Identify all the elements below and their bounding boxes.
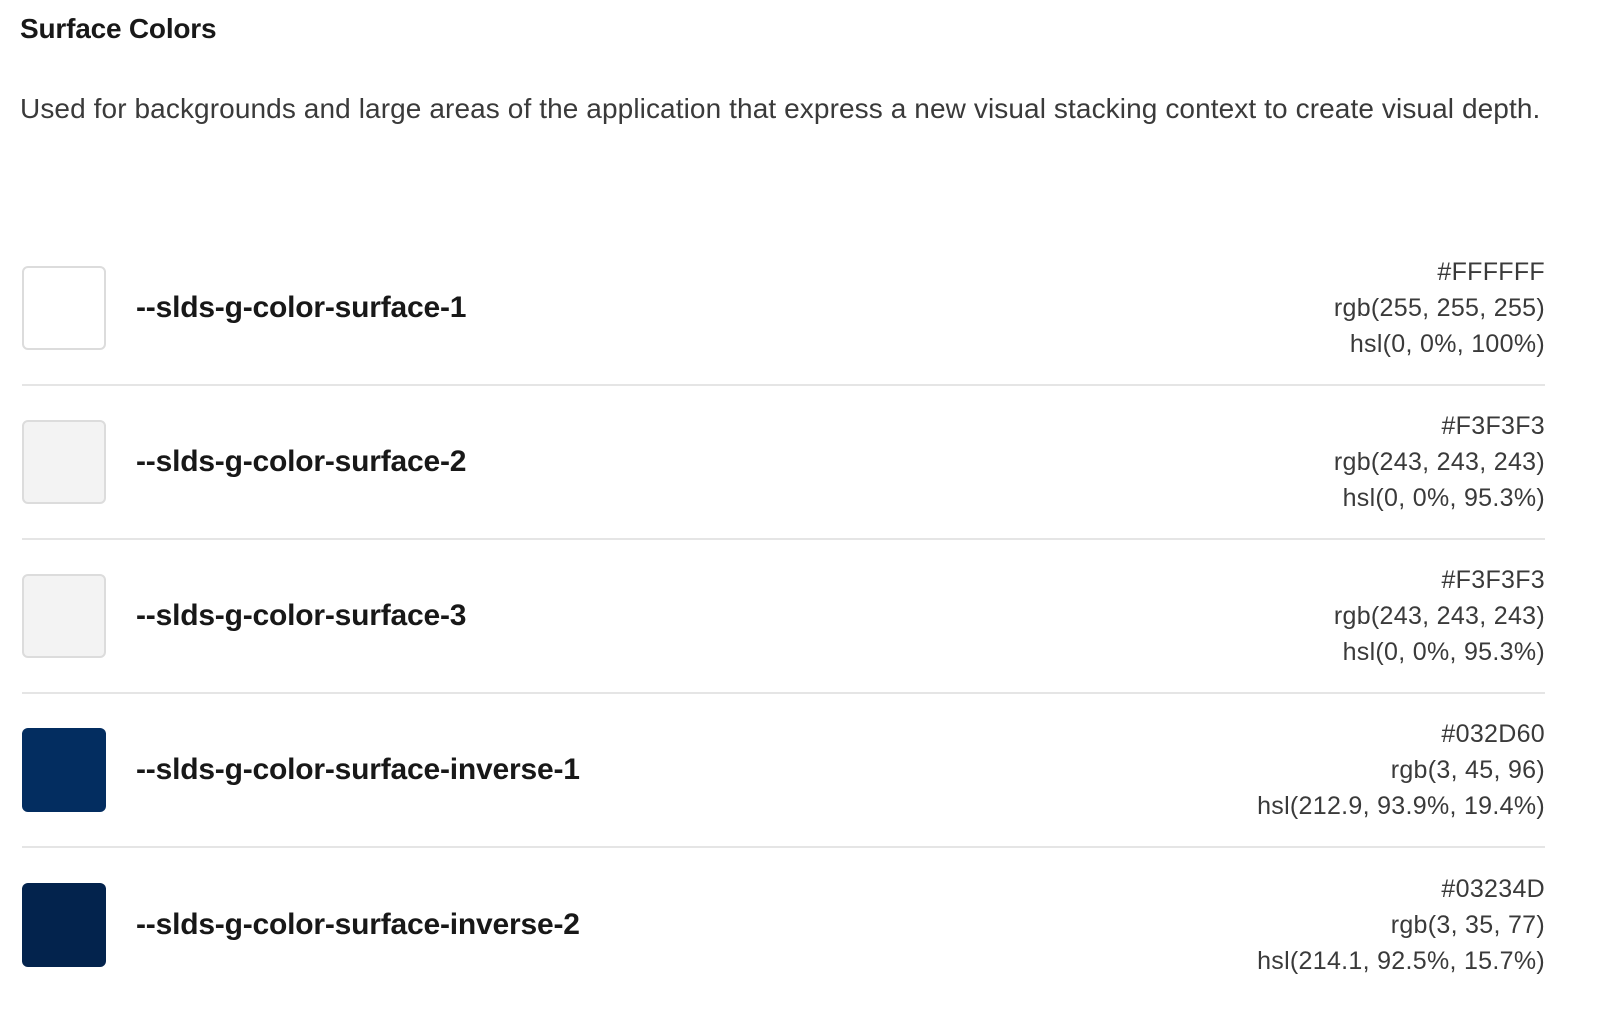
token-hsl: hsl(212.9, 93.9%, 19.4%): [1257, 792, 1545, 820]
token-name: --slds-g-color-surface-3: [136, 599, 467, 632]
token-rgb: rgb(255, 255, 255): [1333, 294, 1545, 322]
color-token-list: --slds-g-color-surface-1 #FFFFFF rgb(255…: [22, 232, 1545, 1002]
color-swatch: [22, 728, 106, 812]
token-row-surface-inverse-2: --slds-g-color-surface-inverse-2 #03234D…: [22, 848, 1545, 1002]
token-name: --slds-g-color-surface-1: [136, 291, 467, 324]
token-name: --slds-g-color-surface-inverse-2: [136, 908, 580, 941]
section-title: Surface Colors: [20, 13, 217, 44]
token-hsl: hsl(0, 0%, 95.3%): [1342, 638, 1545, 666]
color-swatch: [22, 420, 106, 504]
token-name: --slds-g-color-surface-2: [136, 445, 467, 478]
token-rgb: rgb(243, 243, 243): [1333, 448, 1545, 476]
color-swatch: [22, 883, 106, 967]
token-hex: #032D60: [1441, 720, 1545, 748]
token-hex: #03234D: [1441, 875, 1545, 903]
token-row-surface-2: --slds-g-color-surface-2 #F3F3F3 rgb(243…: [22, 386, 1545, 540]
token-rgb: rgb(243, 243, 243): [1333, 602, 1545, 630]
token-hsl: hsl(0, 0%, 100%): [1349, 330, 1545, 358]
token-rgb: rgb(3, 45, 96): [1390, 756, 1545, 784]
surface-colors-page: Surface Colors Used for backgrounds and …: [0, 0, 1600, 1029]
token-name: --slds-g-color-surface-inverse-1: [136, 753, 580, 786]
token-rgb: rgb(3, 35, 77): [1390, 911, 1545, 939]
token-row-surface-1: --slds-g-color-surface-1 #FFFFFF rgb(255…: [22, 232, 1545, 386]
token-row-surface-3: --slds-g-color-surface-3 #F3F3F3 rgb(243…: [22, 540, 1545, 694]
token-hsl: hsl(0, 0%, 95.3%): [1342, 484, 1545, 512]
token-values: #F3F3F3 rgb(243, 243, 243) hsl(0, 0%, 95…: [1334, 408, 1545, 516]
token-hsl: hsl(214.1, 92.5%, 15.7%): [1257, 947, 1545, 975]
token-values: #FFFFFF rgb(255, 255, 255) hsl(0, 0%, 10…: [1334, 254, 1545, 362]
token-hex: #FFFFFF: [1437, 258, 1545, 286]
token-values: #03234D rgb(3, 35, 77) hsl(214.1, 92.5%,…: [1257, 871, 1545, 979]
color-swatch: [22, 574, 106, 658]
color-swatch: [22, 266, 106, 350]
token-row-surface-inverse-1: --slds-g-color-surface-inverse-1 #032D60…: [22, 694, 1545, 848]
token-hex: #F3F3F3: [1441, 412, 1545, 440]
token-values: #032D60 rgb(3, 45, 96) hsl(212.9, 93.9%,…: [1257, 716, 1545, 824]
token-values: #F3F3F3 rgb(243, 243, 243) hsl(0, 0%, 95…: [1334, 562, 1545, 670]
section-description: Used for backgrounds and large areas of …: [20, 93, 1541, 124]
token-hex: #F3F3F3: [1441, 566, 1545, 594]
